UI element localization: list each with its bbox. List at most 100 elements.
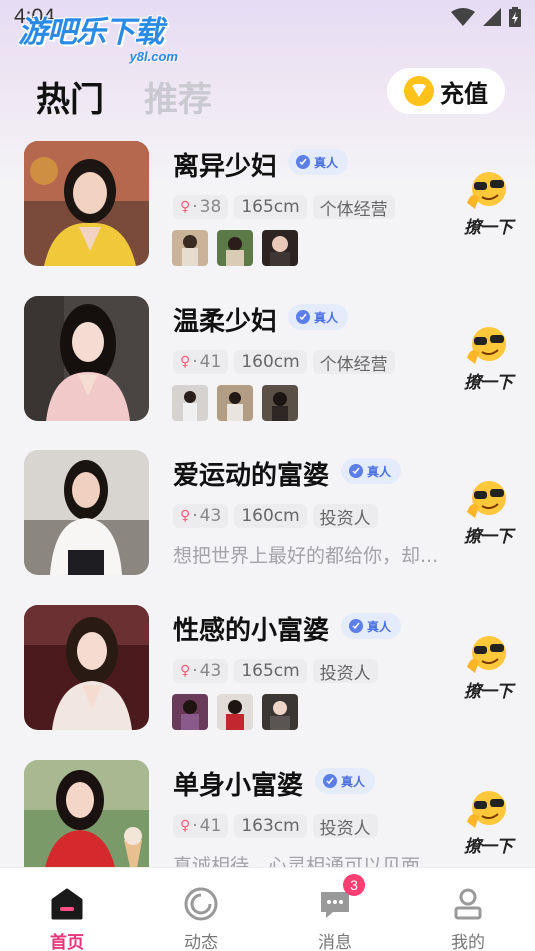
home-icon bbox=[49, 886, 85, 922]
nav-moments[interactable]: 动态 bbox=[134, 868, 268, 951]
greet-label: 撩一下 bbox=[464, 218, 513, 238]
greet-button[interactable]: 撩一下 bbox=[458, 324, 518, 404]
height-tag: 163cm bbox=[234, 814, 307, 838]
photo-strip bbox=[172, 230, 298, 266]
cool-emoji-icon bbox=[467, 327, 506, 364]
greet-button[interactable]: 撩一下 bbox=[458, 478, 518, 558]
nav-label: 动态 bbox=[184, 933, 218, 951]
height-tag: 160cm bbox=[234, 350, 307, 374]
check-icon bbox=[296, 310, 310, 324]
photo-thumb[interactable] bbox=[217, 385, 253, 421]
greet-button[interactable]: 撩一下 bbox=[458, 788, 518, 868]
female-icon: ♀ bbox=[180, 663, 191, 679]
photo-thumb[interactable] bbox=[172, 694, 208, 730]
greet-label: 撩一下 bbox=[464, 373, 513, 393]
avatar[interactable] bbox=[24, 450, 149, 575]
verified-badge: 真人 bbox=[288, 149, 348, 175]
list-item[interactable]: 离异少妇 真人 ♀ · 38 165cm 个体经营 撩一下 bbox=[0, 141, 535, 271]
photo-thumb[interactable] bbox=[262, 694, 298, 730]
tag-row: ♀ · 43 160cm 投资人 bbox=[173, 504, 378, 529]
age-value: 43 bbox=[199, 506, 222, 526]
height-tag: 160cm bbox=[234, 504, 307, 528]
verified-label: 真人 bbox=[367, 464, 392, 479]
female-icon: ♀ bbox=[180, 199, 191, 215]
avatar[interactable] bbox=[24, 605, 149, 730]
age-value: 38 bbox=[199, 197, 222, 217]
list-item[interactable]: 性感的小富婆 真人 ♀ · 43 165cm 投资人 撩一下 bbox=[0, 605, 535, 735]
tab-hot[interactable]: 热门 bbox=[36, 72, 104, 121]
check-icon bbox=[323, 774, 337, 788]
photo-strip bbox=[172, 385, 298, 421]
tag-row: ♀ · 38 165cm 个体经营 bbox=[173, 195, 395, 220]
verified-label: 真人 bbox=[314, 310, 339, 325]
watermark-title: 游吧乐下载 bbox=[18, 15, 164, 50]
watermark-sub: y8l.com bbox=[129, 49, 178, 64]
user-bio: 想把世界上最好的都给你，却... bbox=[173, 545, 439, 567]
photo-thumb[interactable] bbox=[172, 385, 208, 421]
age-tag: ♀ · 43 bbox=[173, 659, 229, 683]
female-icon: ♀ bbox=[180, 818, 191, 834]
tag-row: ♀ · 41 160cm 个体经营 bbox=[173, 350, 395, 375]
age-tag: ♀ · 43 bbox=[173, 504, 229, 528]
job-tag: 个体经营 bbox=[312, 195, 395, 220]
height-tag: 165cm bbox=[234, 195, 307, 219]
check-icon bbox=[349, 464, 363, 478]
battery-icon bbox=[509, 7, 521, 27]
greet-button[interactable]: 撩一下 bbox=[458, 633, 518, 713]
nav-profile[interactable]: 我的 bbox=[401, 868, 535, 951]
cool-emoji-icon bbox=[467, 481, 506, 518]
recharge-label: 充值 bbox=[440, 79, 488, 108]
bottom-nav: 首页 动态 3 消息 我的 bbox=[0, 867, 535, 951]
coin-icon bbox=[404, 76, 434, 106]
wifi-icon bbox=[451, 8, 475, 26]
cool-emoji-icon bbox=[467, 636, 506, 673]
greet-label: 撩一下 bbox=[464, 527, 513, 547]
verified-label: 真人 bbox=[341, 774, 366, 789]
photo-thumb[interactable] bbox=[262, 230, 298, 266]
female-icon: ♀ bbox=[180, 354, 191, 370]
photo-thumb[interactable] bbox=[217, 694, 253, 730]
female-icon: ♀ bbox=[180, 508, 191, 524]
tag-row: ♀ · 43 165cm 投资人 bbox=[173, 659, 378, 684]
tag-row: ♀ · 41 163cm 投资人 bbox=[173, 814, 378, 839]
list-item[interactable]: 温柔少妇 真人 ♀ · 41 160cm 个体经营 撩一下 bbox=[0, 296, 535, 426]
recharge-button[interactable]: 充值 bbox=[387, 68, 505, 114]
verified-badge: 真人 bbox=[341, 613, 401, 639]
nav-messages[interactable]: 3 消息 bbox=[268, 868, 402, 951]
check-icon bbox=[349, 619, 363, 633]
avatar[interactable] bbox=[24, 141, 149, 266]
age-tag: ♀ · 41 bbox=[173, 814, 229, 838]
signal-icon bbox=[483, 8, 501, 26]
cool-emoji-icon bbox=[467, 172, 506, 209]
verified-badge: 真人 bbox=[288, 304, 348, 330]
photo-strip bbox=[172, 694, 298, 730]
check-icon bbox=[296, 155, 310, 169]
job-tag: 个体经营 bbox=[312, 350, 395, 375]
avatar[interactable] bbox=[24, 296, 149, 421]
greet-button[interactable]: 撩一下 bbox=[458, 169, 518, 249]
photo-thumb[interactable] bbox=[172, 230, 208, 266]
nav-label: 消息 bbox=[318, 933, 352, 951]
moments-icon bbox=[183, 886, 219, 922]
age-value: 43 bbox=[199, 661, 222, 681]
photo-thumb[interactable] bbox=[217, 230, 253, 266]
cool-emoji-icon bbox=[467, 791, 506, 828]
watermark-logo: 游吧乐下载 y8l.com bbox=[18, 16, 188, 68]
age-tag: ♀ · 41 bbox=[173, 350, 229, 374]
age-value: 41 bbox=[199, 352, 222, 372]
height-tag: 165cm bbox=[234, 659, 307, 683]
photo-thumb[interactable] bbox=[262, 385, 298, 421]
greet-label: 撩一下 bbox=[464, 682, 513, 702]
nav-label: 首页 bbox=[50, 933, 84, 951]
user-name: 离异少妇 bbox=[173, 152, 278, 182]
tab-recommend[interactable]: 推荐 bbox=[144, 72, 212, 121]
status-icons bbox=[451, 7, 521, 27]
age-tag: ♀ · 38 bbox=[173, 195, 229, 219]
nav-home[interactable]: 首页 bbox=[0, 868, 134, 951]
verified-badge: 真人 bbox=[315, 768, 375, 794]
user-name: 性感的小富婆 bbox=[173, 616, 330, 646]
list-item[interactable]: 爱运动的富婆 真人 ♀ · 43 160cm 投资人 想把世界上最好的都给你，却..… bbox=[0, 450, 535, 580]
job-tag: 投资人 bbox=[312, 659, 378, 684]
job-tag: 投资人 bbox=[312, 814, 378, 839]
profile-icon bbox=[450, 886, 486, 922]
